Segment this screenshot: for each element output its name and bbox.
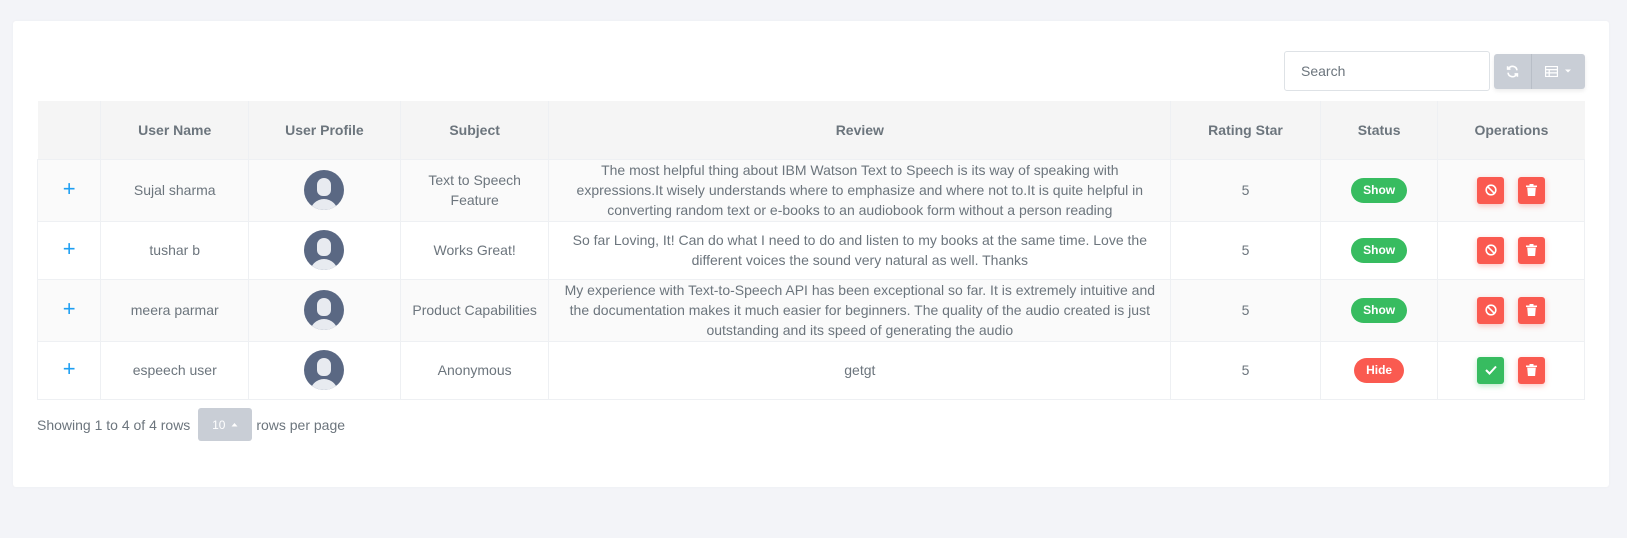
header-user-profile[interactable]: User Profile [248, 101, 401, 159]
operations-cell [1437, 158, 1585, 221]
table-header-row: User Name User Profile Subject Review Ra… [37, 101, 1585, 159]
rating-cell: 5 [1170, 340, 1321, 400]
expand-plus-icon[interactable]: + [63, 236, 76, 261]
expand-cell: + [36, 340, 101, 400]
disable-button[interactable] [1477, 236, 1505, 264]
rating-cell: 5 [1170, 158, 1321, 221]
user-name-cell: tushar b [100, 220, 249, 279]
trash-icon [1526, 364, 1538, 376]
review-cell: getgt [548, 340, 1171, 400]
pagination-bar: Showing 1 to 4 of 4 rows 10 rows per pag… [37, 408, 345, 441]
delete-button[interactable] [1518, 296, 1546, 324]
delete-button[interactable] [1518, 356, 1546, 384]
page-size-value: 10 [212, 417, 226, 432]
status-badge[interactable]: Show [1351, 177, 1408, 203]
subject-cell: Text to Speech Feature [399, 158, 549, 221]
rating-cell: 5 [1170, 278, 1321, 341]
subject-cell: Works Great! [399, 220, 549, 279]
refresh-button[interactable] [1494, 53, 1532, 89]
disable-button[interactable] [1477, 176, 1505, 204]
ban-icon [1485, 304, 1497, 316]
trash-icon [1526, 184, 1538, 196]
review-cell: My experience with Text-to-Speech API ha… [548, 278, 1171, 341]
user-profile-cell [248, 158, 401, 221]
review-cell: The most helpful thing about IBM Watson … [548, 158, 1171, 221]
page-size-dropdown[interactable]: 10 [198, 408, 253, 441]
subject-cell: Anonymous [399, 340, 549, 400]
status-badge[interactable]: Show [1351, 237, 1408, 263]
ban-icon [1485, 244, 1497, 256]
operations-cell [1437, 220, 1585, 279]
header-rating-star[interactable]: Rating Star [1170, 101, 1321, 159]
columns-toggle-button[interactable] [1532, 53, 1585, 89]
expand-plus-icon[interactable]: + [63, 356, 76, 381]
rows-per-page-label: rows per page [256, 416, 346, 433]
user-name-cell: meera parmar [100, 278, 249, 341]
subject-cell: Product Capabilities [399, 278, 549, 341]
header-subject[interactable]: Subject [399, 101, 549, 159]
rating-cell: 5 [1170, 220, 1321, 279]
user-name-cell: espeech user [100, 340, 249, 400]
status-badge[interactable]: Hide [1354, 357, 1405, 383]
table-row: + tushar b Works Great! So far Loving, I… [36, 220, 1585, 279]
user-profile-cell [248, 220, 401, 279]
avatar [304, 170, 345, 210]
avatar [304, 350, 345, 390]
header-user-name[interactable]: User Name [100, 101, 249, 159]
expand-plus-icon[interactable]: + [63, 176, 76, 201]
user-name-cell: Sujal sharma [100, 158, 249, 221]
table-row: + meera parmar Product Capabilities My e… [36, 278, 1585, 341]
toolbar-button-group [1494, 53, 1585, 89]
status-cell: Show [1319, 278, 1438, 341]
enable-button[interactable] [1477, 356, 1505, 384]
delete-button[interactable] [1518, 176, 1546, 204]
caret-up-icon [231, 423, 238, 427]
disable-button[interactable] [1477, 296, 1505, 324]
search-input[interactable] [1284, 51, 1490, 91]
operations-cell [1437, 340, 1585, 400]
avatar [304, 290, 345, 330]
expand-cell: + [36, 158, 101, 221]
status-cell: Hide [1319, 340, 1438, 400]
header-expand [38, 101, 101, 159]
refresh-icon [1506, 64, 1519, 78]
chevron-down-icon [1565, 69, 1571, 73]
columns-icon [1545, 65, 1558, 77]
operations-cell [1437, 278, 1585, 341]
pagination-summary: Showing 1 to 4 of 4 rows [37, 416, 191, 433]
expand-cell: + [36, 220, 101, 279]
header-status[interactable]: Status [1319, 101, 1438, 159]
status-cell: Show [1319, 158, 1438, 221]
status-cell: Show [1319, 220, 1438, 279]
status-badge[interactable]: Show [1351, 297, 1408, 323]
table-toolbar [1284, 51, 1585, 91]
trash-icon [1526, 244, 1538, 256]
avatar [304, 230, 345, 270]
delete-button[interactable] [1518, 236, 1546, 264]
review-cell: So far Loving, It! Can do what I need to… [548, 220, 1171, 279]
expand-plus-icon[interactable]: + [63, 296, 76, 321]
user-profile-cell [248, 340, 401, 400]
reviews-table: User Name User Profile Subject Review Ra… [36, 101, 1585, 400]
header-review[interactable]: Review [548, 101, 1171, 159]
table-row: + espeech user Anonymous getgt 5 Hide [36, 340, 1585, 400]
header-operations[interactable]: Operations [1437, 101, 1585, 159]
expand-cell: + [36, 278, 101, 341]
ban-icon [1485, 184, 1497, 196]
table-row: + Sujal sharma Text to Speech Feature Th… [36, 158, 1585, 221]
trash-icon [1526, 304, 1538, 316]
check-icon [1485, 365, 1497, 375]
reviews-card: User Name User Profile Subject Review Ra… [13, 21, 1609, 487]
user-profile-cell [248, 278, 401, 341]
